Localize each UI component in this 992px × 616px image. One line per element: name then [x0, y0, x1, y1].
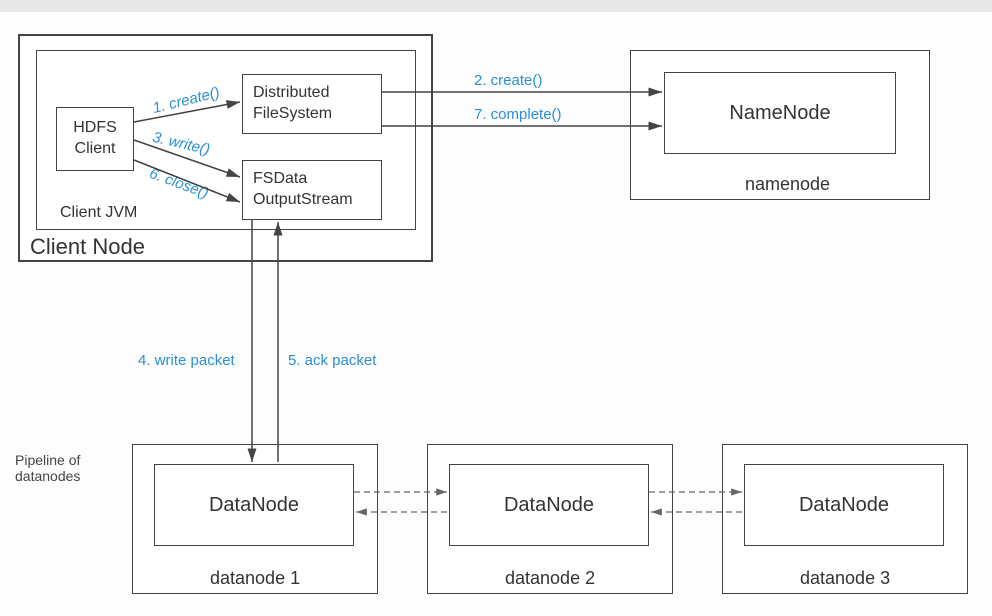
client-node-label: Client Node: [30, 234, 145, 260]
client-jvm-label: Client JVM: [60, 204, 137, 222]
hdfs-client-line2: Client: [75, 140, 116, 157]
hdfs-write-diagram: Client Node Client JVM HDFS Client Distr…: [0, 12, 992, 616]
fsdata-out-line1: FSData: [253, 170, 307, 187]
datanode1-inner-box: DataNode: [154, 464, 354, 546]
edge-label-7: 7. complete(): [474, 106, 562, 123]
datanode2-inner-box: DataNode: [449, 464, 649, 546]
pipeline-label: Pipeline of datanodes: [15, 452, 105, 484]
fsdata-out-text: FSData OutputStream: [243, 169, 381, 211]
datanode1-outer-label: datanode 1: [210, 568, 300, 589]
distributed-fs-line1: Distributed: [253, 84, 329, 101]
hdfs-client-line1: HDFS: [73, 119, 117, 136]
top-bar: [0, 0, 992, 12]
datanode2-outer-label: datanode 2: [505, 568, 595, 589]
fsdata-out-box: FSData OutputStream: [242, 160, 382, 220]
datanode3-inner-label: DataNode: [799, 494, 889, 517]
datanode3-inner-box: DataNode: [744, 464, 944, 546]
distributed-fs-line2: FileSystem: [253, 105, 332, 122]
datanode1-inner-label: DataNode: [209, 494, 299, 517]
distributed-fs-text: Distributed FileSystem: [243, 83, 381, 125]
edge-label-5: 5. ack packet: [288, 352, 376, 369]
fsdata-out-line2: OutputStream: [253, 191, 353, 208]
namenode-outer-label: namenode: [745, 174, 830, 195]
hdfs-client-box: HDFS Client: [56, 107, 134, 171]
datanode2-inner-label: DataNode: [504, 494, 594, 517]
hdfs-client-text: HDFS Client: [73, 118, 117, 160]
namenode-inner-box: NameNode: [664, 72, 896, 154]
datanode3-outer-label: datanode 3: [800, 568, 890, 589]
namenode-inner-label: NameNode: [729, 102, 830, 125]
edge-label-2: 2. create(): [474, 72, 542, 89]
edge-label-4: 4. write packet: [138, 352, 235, 369]
distributed-fs-box: Distributed FileSystem: [242, 74, 382, 134]
